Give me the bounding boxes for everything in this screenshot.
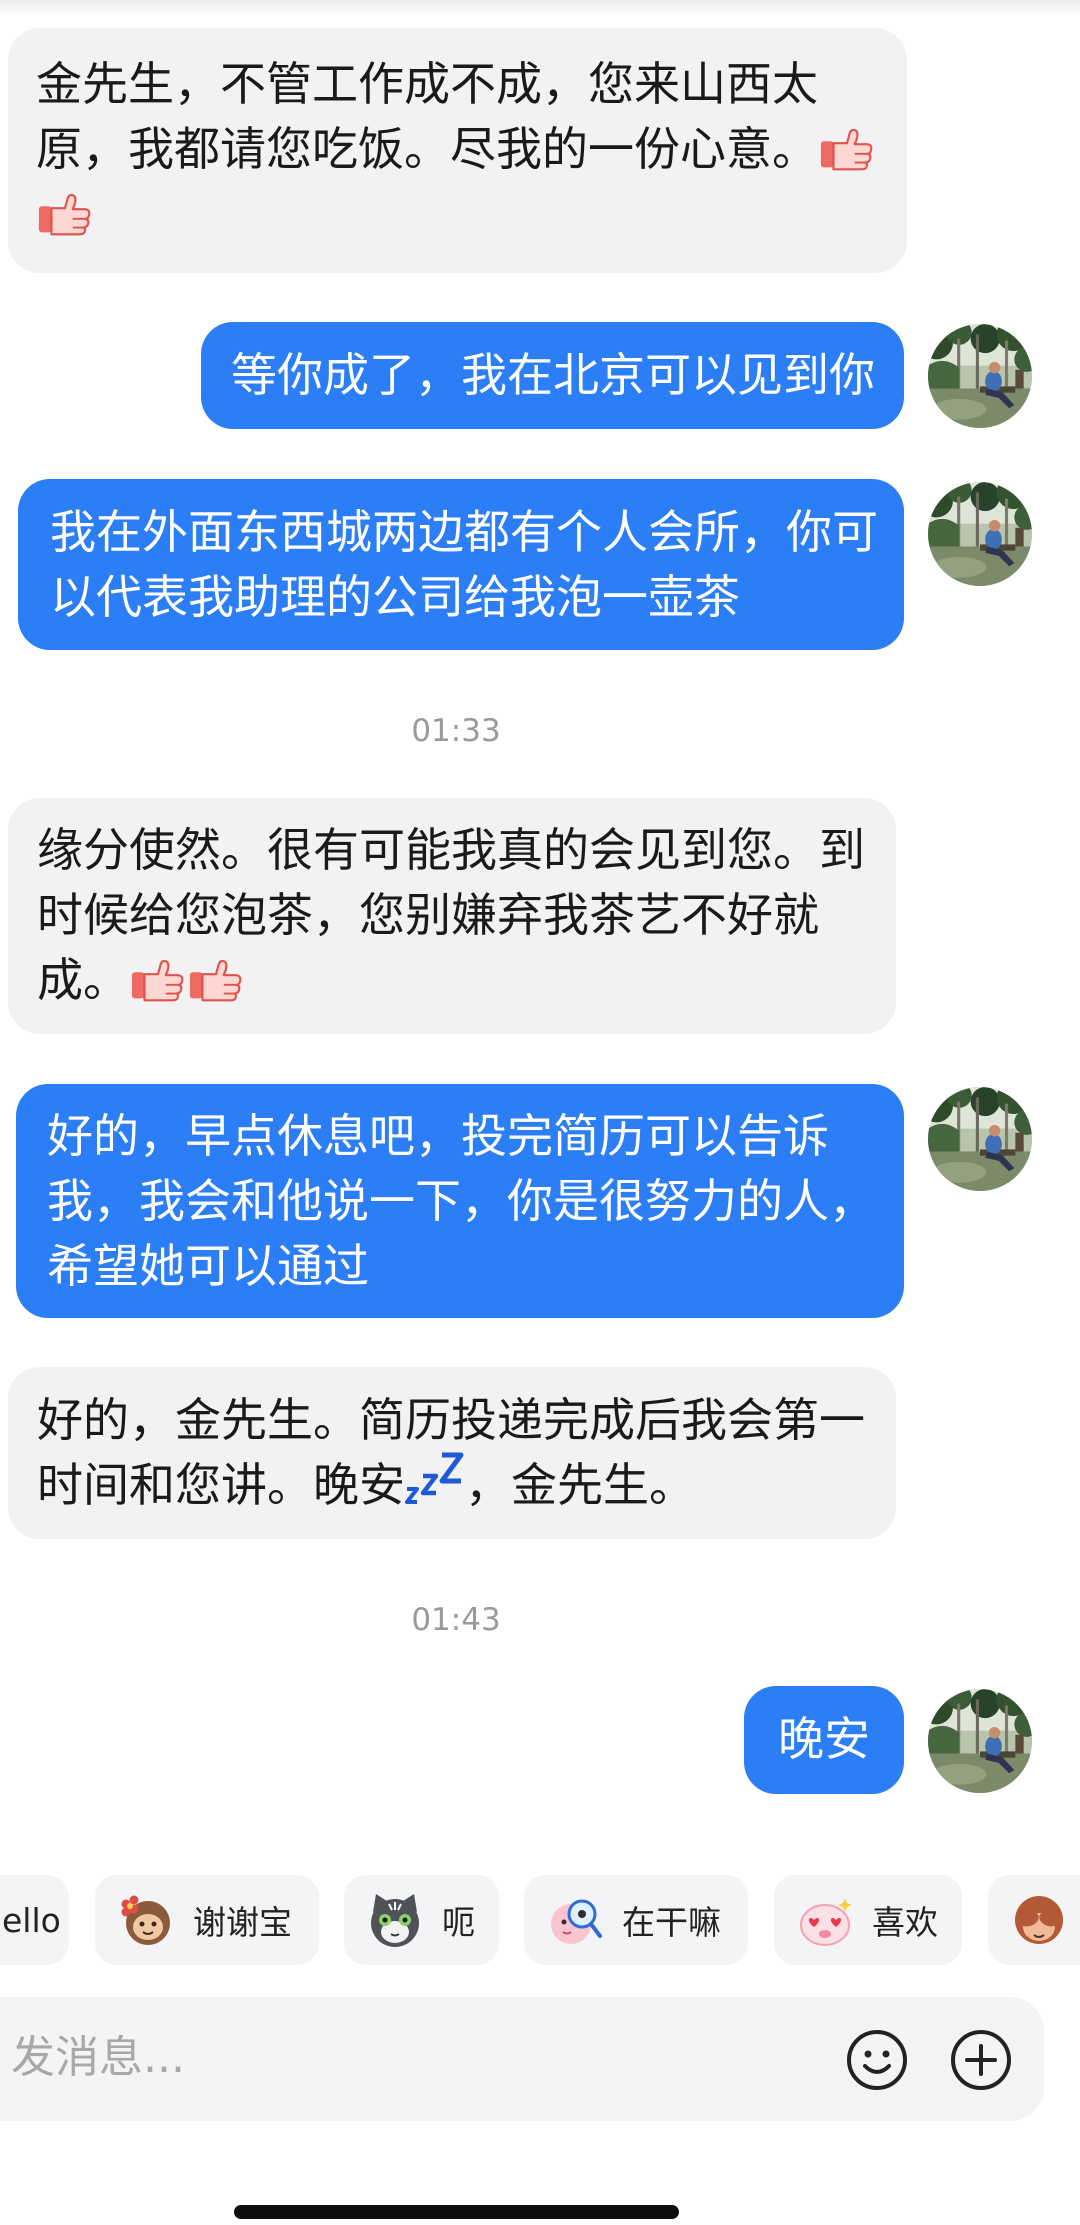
message-text: 好的，金先生。简历投递完成后我会第一 xyxy=(37,1393,865,1447)
user-avatar[interactable] xyxy=(928,482,1032,586)
home-indicator[interactable] xyxy=(234,2205,679,2219)
quick-reply-label: ello xyxy=(2,1900,61,1940)
message-bubble-received[interactable]: 金先生，不管工作成不成，您来山西太 原，我都请您吃饭。尽我的一份心意。 xyxy=(8,28,907,273)
message-text: 缘分使然。很有可能我真的会见到您。到 xyxy=(37,823,865,877)
message-text: 时间和您讲。晚安 xyxy=(37,1458,405,1512)
attach-button[interactable] xyxy=(949,2028,1013,2092)
user-avatar[interactable] xyxy=(928,1087,1032,1191)
thumbs-up-emoji-icon xyxy=(129,958,187,1002)
quick-reply-chip-hello[interactable]: ello xyxy=(0,1875,69,1965)
quick-reply-label: 喜欢 xyxy=(872,1903,938,1942)
message-text: 原，我都请您吃饭。尽我的一份心意。 xyxy=(36,122,818,176)
plus-circle-icon xyxy=(951,2030,1011,2090)
monkey-with-flower-sticker-icon xyxy=(116,1890,176,1950)
message-composer xyxy=(0,1997,1044,2121)
smiley-icon xyxy=(847,2030,907,2090)
message-line: 时间和您讲。晚安 ，金先生。 xyxy=(37,1453,867,1518)
gray-cat-sticker-icon xyxy=(365,1890,425,1950)
message-bubble-received[interactable]: 好的，金先生。简历投递完成后我会第一 时间和您讲。晚安 ，金先生。 xyxy=(8,1367,896,1539)
quick-reply-chip-like[interactable]: 喜欢 xyxy=(774,1875,962,1965)
quick-reply-label: 谢谢宝 xyxy=(193,1903,292,1942)
message-text: ，金先生。 xyxy=(465,1458,695,1512)
message-text: 金先生，不管工作成不成，您来山西太 xyxy=(36,57,818,111)
message-text: 以代表我助理的公司给我泡一壶茶 xyxy=(50,570,740,624)
message-bubble-received[interactable]: 缘分使然。很有可能我真的会见到您。到 时候给您泡茶，您别嫌弃我茶艺不好就 成。 xyxy=(8,798,896,1034)
monkey-covering-eyes-sticker-icon xyxy=(1009,1890,1069,1950)
thumbs-up-emoji-icon xyxy=(818,127,876,171)
message-text: 晚安 xyxy=(778,1712,870,1766)
message-bubble-sent[interactable]: 晚安 xyxy=(744,1686,904,1794)
timestamp: 01:33 xyxy=(411,713,501,749)
message-line xyxy=(36,182,879,247)
message-text: 希望她可以通过 xyxy=(47,1239,369,1293)
user-avatar[interactable] xyxy=(928,324,1032,428)
message-bubble-sent[interactable]: 等你成了，我在北京可以见到你 xyxy=(201,322,904,429)
quick-reply-chip-thanks[interactable]: 谢谢宝 xyxy=(95,1875,319,1965)
top-shade xyxy=(0,0,1080,16)
message-text: 等你成了，我在北京可以见到你 xyxy=(231,348,875,402)
thumbs-up-emoji-icon xyxy=(36,192,94,236)
message-line: 成。 xyxy=(37,948,867,1013)
quick-reply-chip-whats-up[interactable]: 在干嘛 xyxy=(524,1875,748,1965)
message-line: 原，我都请您吃饭。尽我的一份心意。 xyxy=(36,117,879,182)
message-bubble-sent[interactable]: 我在外面东西城两边都有个人会所，你可 以代表我助理的公司给我泡一壶茶 xyxy=(18,479,904,650)
message-text: 我，我会和他说一下，你是很努力的人， xyxy=(47,1174,875,1228)
magnifying-glass-sticker-icon xyxy=(545,1890,605,1950)
quick-reply-label: 呃 xyxy=(442,1903,475,1942)
message-bubble-sent[interactable]: 好的，早点休息吧，投完简历可以告诉 我，我会和他说一下，你是很努力的人， 希望她… xyxy=(16,1084,904,1318)
message-line: 金先生，不管工作成不成，您来山西太 xyxy=(36,52,879,117)
sleeping-zzz-emoji-icon xyxy=(405,1451,465,1507)
emoji-button[interactable] xyxy=(845,2028,909,2092)
quick-reply-chip-more[interactable] xyxy=(988,1875,1080,1965)
user-avatar[interactable] xyxy=(928,1689,1032,1793)
message-text: 我在外面东西城两边都有个人会所，你可 xyxy=(50,505,878,559)
quick-reply-label: 在干嘛 xyxy=(622,1903,721,1942)
thumbs-up-emoji-icon xyxy=(187,958,245,1002)
message-text: 好的，早点休息吧，投完简历可以告诉 xyxy=(47,1109,829,1163)
timestamp: 01:43 xyxy=(411,1602,501,1638)
heart-eyes-sticker-icon xyxy=(795,1890,855,1950)
quick-reply-chip-uh[interactable]: 呃 xyxy=(344,1875,499,1965)
message-text: 时候给您泡茶，您别嫌弃我茶艺不好就 xyxy=(37,888,819,942)
message-text: 成。 xyxy=(37,953,129,1007)
message-input[interactable] xyxy=(11,2027,551,2087)
